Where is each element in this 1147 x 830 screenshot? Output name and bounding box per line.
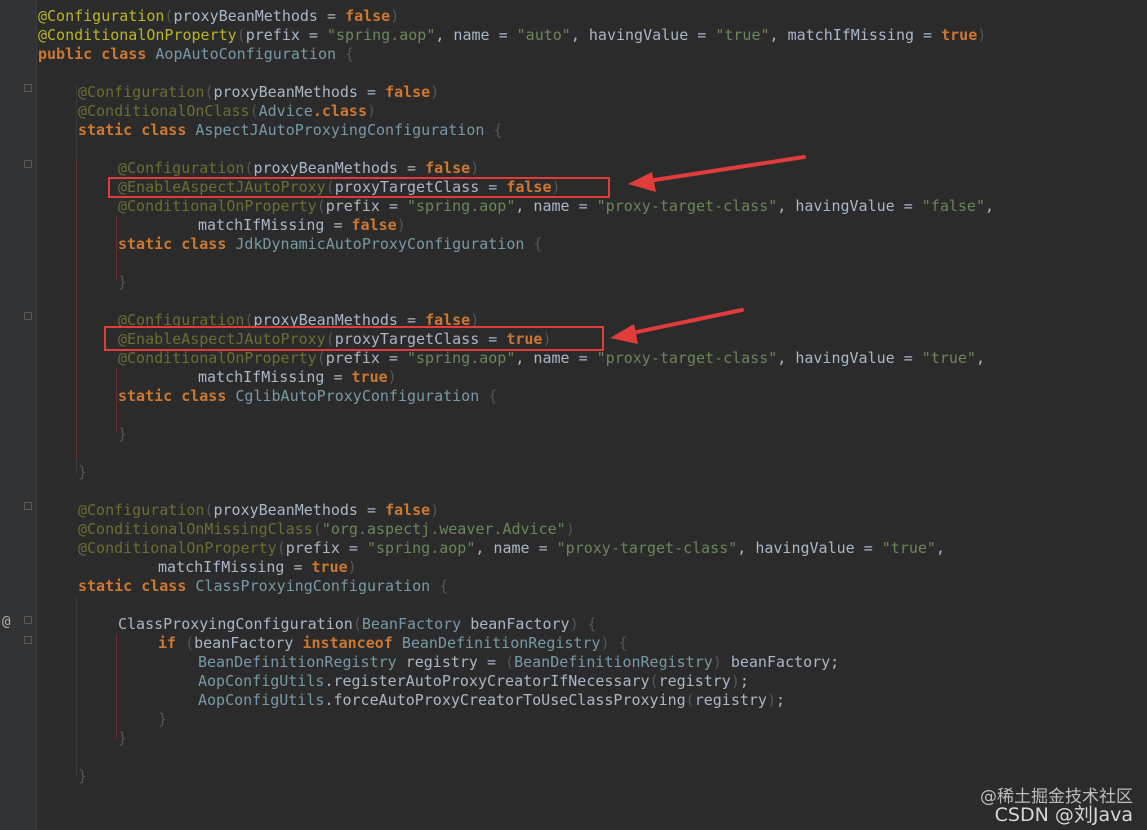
code-line: matchIfMissing = true) <box>198 368 397 386</box>
code-line: @Configuration(proxyBeanMethods = false) <box>78 83 440 101</box>
code-line: AopConfigUtils.forceAutoProxyCreatorToUs… <box>198 691 786 709</box>
code-line: @ConditionalOnProperty(prefix = "spring.… <box>118 349 985 367</box>
code-line: } <box>118 729 128 747</box>
code-line: static class JdkDynamicAutoProxyConfigur… <box>118 235 543 253</box>
code-line: } <box>118 425 128 443</box>
code-line: static class CglibAutoProxyConfiguration… <box>118 387 498 405</box>
indent-guide <box>116 634 117 739</box>
code-line: matchIfMissing = false) <box>198 216 406 234</box>
code-line: @Configuration(proxyBeanMethods = false) <box>38 7 400 25</box>
code-line: @ConditionalOnMissingClass("org.aspectj.… <box>78 520 575 538</box>
code-editor[interactable]: @Configuration(proxyBeanMethods = false)… <box>0 0 1147 830</box>
code-line: AopConfigUtils.registerAutoProxyCreatorI… <box>198 672 749 690</box>
code-line: if (beanFactory instanceof BeanDefinitio… <box>158 634 628 652</box>
code-line: @Configuration(proxyBeanMethods = false) <box>78 501 440 519</box>
code-line: static class ClassProxyingConfiguration … <box>78 577 449 595</box>
highlight-box-false <box>108 177 610 198</box>
indent-guide <box>116 368 117 433</box>
indent-guide <box>116 216 117 281</box>
code-line: @ConditionalOnClass(Advice.class) <box>78 102 377 120</box>
code-line: @ConditionalOnProperty(prefix = "spring.… <box>118 197 995 215</box>
code-line: } <box>78 463 88 481</box>
code-line: ClassProxyingConfiguration(BeanFactory b… <box>118 615 597 633</box>
code-line: } <box>118 273 128 291</box>
indent-guide <box>76 160 77 460</box>
code-line: @ConditionalOnProperty(prefix = "spring.… <box>38 26 987 44</box>
code-line: public class AopAutoConfiguration { <box>38 45 355 63</box>
code-line: @ConditionalOnProperty(prefix = "spring.… <box>78 539 945 557</box>
code-line: @Configuration(proxyBeanMethods = false) <box>118 159 480 177</box>
code-line: BeanDefinitionRegistry registry = (BeanD… <box>198 653 840 671</box>
indent-guide <box>76 596 77 776</box>
watermark-csdn: CSDN @刘Java <box>994 804 1133 826</box>
highlight-box-true <box>104 326 604 351</box>
code-line: } <box>158 710 168 728</box>
code-line: matchIfMissing = true) <box>158 558 357 576</box>
code-line: static class AspectJAutoProxyingConfigur… <box>78 121 503 139</box>
code-line: } <box>78 767 88 785</box>
